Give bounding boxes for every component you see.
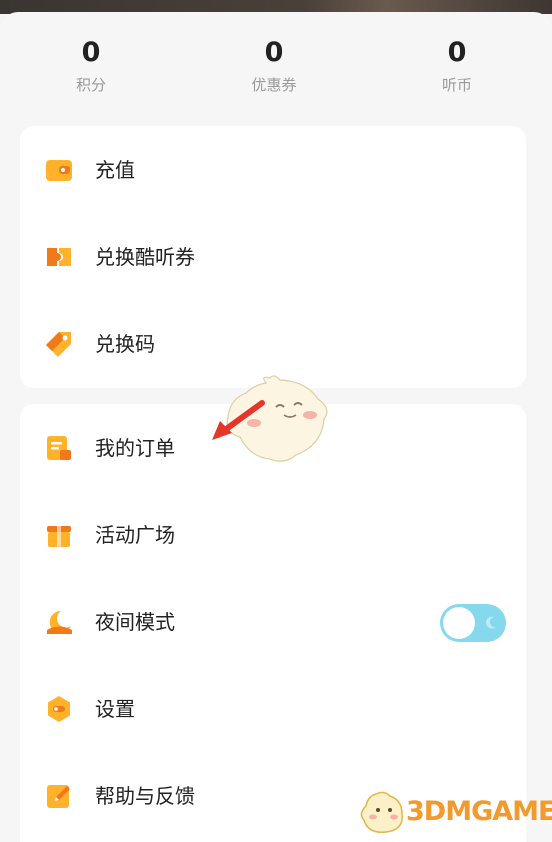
- order-icon: [47, 436, 71, 460]
- mascot-pointer-illustration: [212, 375, 328, 462]
- stat-points-label: 积分: [75, 76, 106, 94]
- menu-item-label: 兑换酷听券: [95, 245, 195, 269]
- menu-item-settings[interactable]: 设置: [20, 665, 526, 753]
- account-menu-card: 充值 兑换酷听券 兑换码: [20, 126, 526, 388]
- gift-icon: [47, 526, 71, 547]
- stat-coins[interactable]: 0 听币: [397, 36, 517, 95]
- menu-item-label: 充值: [95, 158, 135, 182]
- moon-icon: [47, 610, 72, 634]
- main-menu-card: 我的订单 活动广场 夜间模式 设置 帮助与反馈: [20, 404, 526, 842]
- stat-points-value: 0: [81, 37, 101, 68]
- stat-coupons-value: 0: [264, 37, 284, 68]
- stat-points[interactable]: 0 积分: [31, 36, 151, 95]
- wallet-icon: [46, 160, 72, 181]
- menu-item-label: 活动广场: [95, 523, 175, 547]
- stat-coins-label: 听币: [441, 76, 472, 94]
- watermark: 3DMGAME: [356, 788, 552, 838]
- menu-item-night-mode[interactable]: 夜间模式: [20, 578, 526, 666]
- stat-coins-value: 0: [447, 37, 467, 68]
- feedback-icon: [47, 785, 70, 808]
- toggle-knob: [443, 607, 475, 639]
- menu-item-label: 夜间模式: [95, 610, 175, 634]
- menu-item-redeem-ticket[interactable]: 兑换酷听券: [20, 213, 526, 301]
- settings-icon: [48, 696, 70, 722]
- ticket-icon: [47, 248, 71, 266]
- tag-icon: [46, 332, 71, 357]
- menu-item-label: 兑换码: [95, 332, 155, 356]
- night-mode-toggle[interactable]: [440, 604, 506, 642]
- menu-item-label: 帮助与反馈: [95, 784, 195, 808]
- stat-coupons[interactable]: 0 优惠券: [214, 36, 334, 95]
- watermark-mascot-icon: [360, 791, 403, 833]
- toggle-off-icon: [485, 616, 496, 629]
- watermark-text: 3DMGAME: [406, 796, 552, 827]
- menu-item-label: 设置: [95, 697, 135, 721]
- menu-item-activity-plaza[interactable]: 活动广场: [20, 491, 526, 579]
- menu-item-label: 我的订单: [95, 436, 175, 460]
- stats-bar: 0 积分 0 优惠券 0 听币: [0, 22, 552, 112]
- menu-item-recharge[interactable]: 充值: [20, 126, 526, 214]
- stat-coupons-label: 优惠券: [251, 76, 297, 94]
